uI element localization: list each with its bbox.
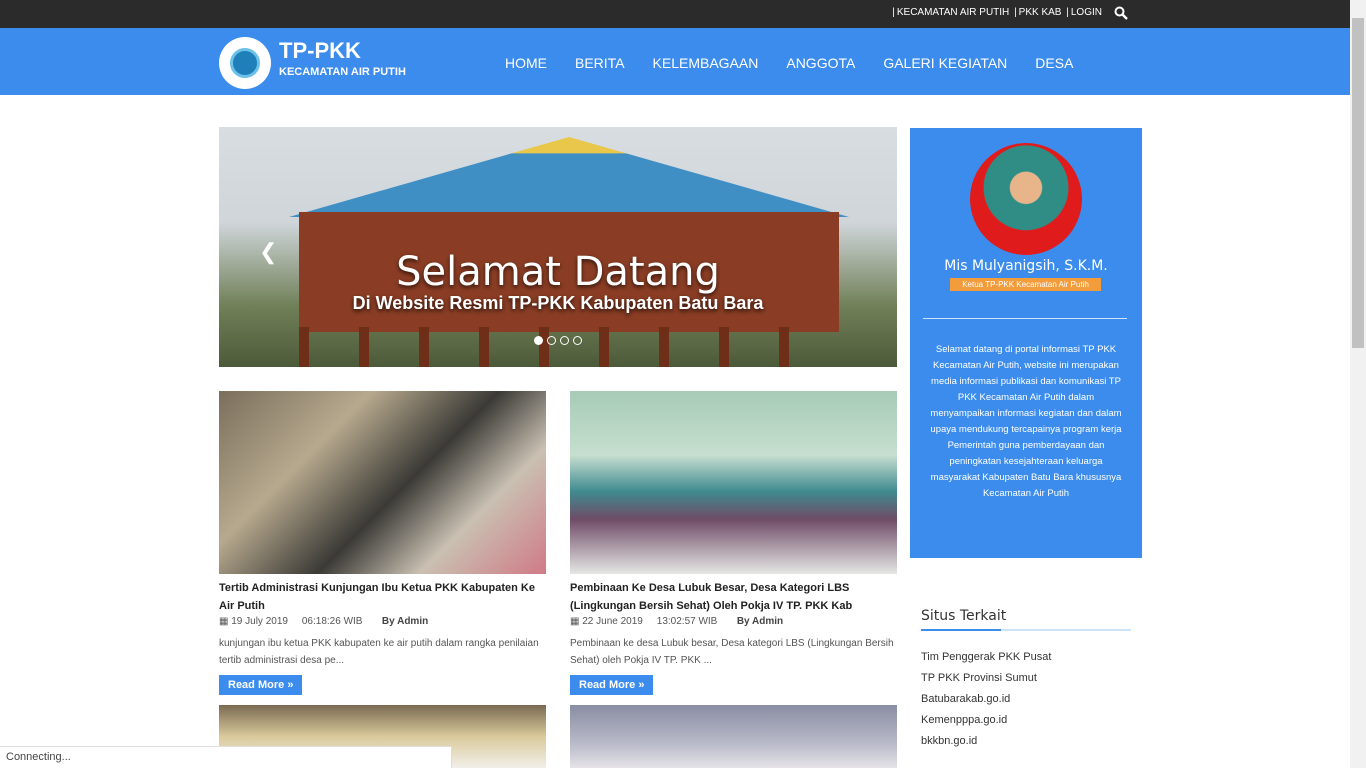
post-image[interactable] — [570, 705, 897, 768]
profile-description: Selamat datang di portal informasi TP PK… — [930, 344, 1122, 499]
post-meta: ▦ 19 July 2019 06:18:26 WIB By Admin — [219, 616, 546, 627]
profile-role-badge: Ketua TP-PKK Kecamatan Air Putih — [950, 278, 1101, 291]
profile-card: Mis Mulyanigsih, S.K.M. Ketua TP-PKK Kec… — [910, 128, 1142, 558]
main-nav: HOME BERITA KELEMBAGAAN ANGGOTA GALERI K… — [505, 55, 1101, 71]
slider-dot[interactable] — [560, 336, 569, 345]
calendar-icon: ▦ — [570, 616, 580, 627]
post-time: 06:18:26 WIB — [301, 616, 363, 627]
slide-subtitle: Di Website Resmi TP-PKK Kabupaten Batu B… — [352, 293, 764, 313]
post-time: 13:02:57 WIB — [656, 616, 718, 627]
slide-title: Selamat Datang — [396, 249, 720, 295]
related-sites-title: Situs Terkait — [921, 608, 1007, 624]
double-chevron-right-icon: » — [287, 679, 294, 691]
list-item: Kemenpppa.go.id — [921, 714, 1051, 735]
nav-galeri-kegiatan[interactable]: GALERI KEGIATAN — [883, 55, 1007, 71]
post-image[interactable] — [570, 391, 897, 574]
post-title[interactable]: Tertib Administrasi Kunjungan Ibu Ketua … — [219, 579, 546, 615]
divider-accent — [921, 629, 1001, 631]
post-date: 19 July 2019 — [231, 616, 288, 627]
page-scrollbar[interactable] — [1350, 0, 1366, 768]
post-title[interactable]: Pembinaan Ke Desa Lubuk Besar, Desa Kate… — [570, 579, 897, 615]
search-icon[interactable] — [1114, 6, 1128, 20]
read-more-button[interactable]: Read More » — [570, 675, 654, 695]
read-more-label: Read More — [228, 679, 285, 691]
post-card: Pembinaan Ke Desa Lubuk Besar, Desa Kate… — [570, 391, 897, 695]
slide-image-posts — [299, 327, 839, 367]
related-link[interactable]: bkkbn.go.id — [921, 735, 977, 747]
slide-image-roof — [289, 137, 849, 217]
brand-title[interactable]: TP-PKK — [279, 38, 361, 64]
calendar-icon: ▦ — [219, 616, 229, 627]
list-item: bkkbn.go.id — [921, 735, 1051, 756]
site-logo[interactable] — [219, 37, 271, 89]
double-chevron-right-icon: » — [638, 679, 645, 691]
slider-dot[interactable] — [573, 336, 582, 345]
top-links: | KECAMATAN AIR PUTIH | PKK KAB | LOGIN — [892, 7, 1102, 18]
nav-kelembagaan[interactable]: KELEMBAGAAN — [653, 55, 759, 71]
list-item: TP PKK Provinsi Sumut — [921, 672, 1051, 693]
post-excerpt: Pembinaan ke desa Lubuk besar, Desa kate… — [570, 638, 894, 666]
browser-status-bar: Connecting... — [0, 746, 452, 768]
related-sites-list: Tim Penggerak PKK Pusat TP PKK Provinsi … — [921, 651, 1051, 756]
nav-anggota[interactable]: ANGGOTA — [786, 55, 855, 71]
post-image[interactable] — [219, 391, 546, 574]
nav-desa[interactable]: DESA — [1035, 55, 1073, 71]
slider-dot[interactable] — [547, 336, 556, 345]
related-link[interactable]: TP PKK Provinsi Sumut — [921, 672, 1037, 684]
top-link-pkk-kab[interactable]: PKK KAB — [1019, 7, 1062, 18]
list-item: Tim Penggerak PKK Pusat — [921, 651, 1051, 672]
nav-home[interactable]: HOME — [505, 55, 547, 71]
post-meta: ▦ 22 June 2019 13:02:57 WIB By Admin — [570, 616, 897, 627]
list-item: Batubarakab.go.id — [921, 693, 1051, 714]
site-header: TP-PKK KECAMATAN AIR PUTIH HOME BERITA K… — [0, 28, 1350, 95]
slider-dots — [534, 336, 582, 345]
post-author: By Admin — [381, 616, 429, 627]
scrollbar-thumb[interactable] — [1352, 18, 1364, 348]
post-excerpt: kunjungan ibu ketua PKK kabupaten ke air… — [219, 638, 539, 666]
related-link[interactable]: Batubarakab.go.id — [921, 693, 1010, 705]
post-card: Tertib Administrasi Kunjungan Ibu Ketua … — [219, 391, 546, 695]
read-more-button[interactable]: Read More » — [219, 675, 303, 695]
nav-berita[interactable]: BERITA — [575, 55, 625, 71]
divider — [923, 318, 1127, 319]
brand-subtitle: KECAMATAN AIR PUTIH — [279, 66, 406, 78]
post-date: 22 June 2019 — [582, 616, 643, 627]
read-more-label: Read More — [579, 679, 636, 691]
post-author: By Admin — [736, 616, 784, 627]
profile-name: Mis Mulyanigsih, S.K.M. — [944, 258, 1108, 274]
hero-slider: ❮ Selamat Datang Di Website Resmi TP-PKK… — [219, 127, 897, 367]
top-bar: | KECAMATAN AIR PUTIH | PKK KAB | LOGIN — [0, 0, 1350, 28]
top-link-kecamatan[interactable]: KECAMATAN AIR PUTIH — [897, 7, 1009, 18]
pkk-emblem-icon — [230, 48, 260, 78]
slider-dot[interactable] — [534, 336, 543, 345]
related-link[interactable]: Kemenpppa.go.id — [921, 714, 1007, 726]
top-link-login[interactable]: LOGIN — [1071, 7, 1102, 18]
related-link[interactable]: Tim Penggerak PKK Pusat — [921, 651, 1051, 663]
avatar — [970, 143, 1082, 255]
